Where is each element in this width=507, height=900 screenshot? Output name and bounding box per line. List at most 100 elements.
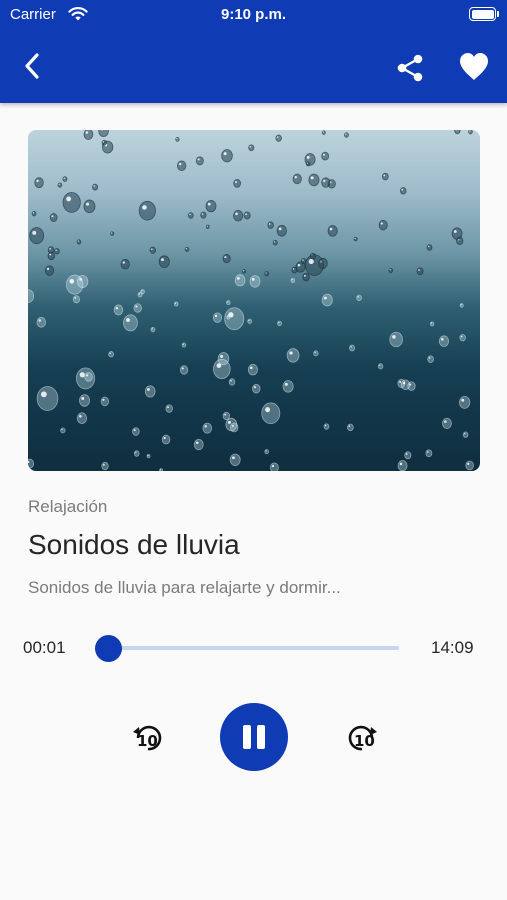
raindrop	[321, 151, 330, 161]
raindrop	[451, 227, 463, 240]
progress-track[interactable]	[108, 646, 399, 650]
raindrop	[275, 134, 282, 142]
raindrop	[83, 199, 96, 214]
raindrop	[228, 378, 236, 386]
raindrop	[222, 254, 231, 264]
raindrop	[101, 139, 107, 146]
raindrop	[221, 149, 233, 163]
raindrop	[327, 225, 338, 237]
raindrop	[282, 380, 294, 393]
raindrops-illustration	[28, 130, 474, 471]
raindrop	[252, 383, 261, 394]
raindrop	[321, 177, 331, 188]
raindrop	[187, 212, 194, 219]
pause-button[interactable]	[220, 703, 288, 771]
raindrop	[83, 130, 94, 140]
raindrop	[76, 412, 88, 425]
raindrop	[465, 460, 474, 471]
raindrop	[205, 199, 217, 213]
raindrop	[378, 219, 388, 231]
raindrop	[123, 314, 138, 332]
track-title: Sonidos de lluvia	[28, 529, 240, 560]
raindrop	[323, 423, 330, 430]
rewind-10-button[interactable]: 10	[128, 720, 168, 756]
raindrop	[202, 422, 213, 434]
raindrop	[146, 453, 151, 459]
raindrop	[429, 321, 435, 327]
raindrop	[321, 130, 326, 135]
progress-thumb[interactable]	[95, 635, 122, 662]
raindrop	[229, 453, 241, 466]
raindrop	[302, 272, 310, 282]
raindrop	[158, 255, 170, 269]
pause-icon	[243, 725, 265, 749]
raindrop	[247, 318, 253, 324]
raindrop	[101, 461, 109, 471]
app-header: Carrier 9:10 p.m.	[0, 0, 507, 103]
share-icon	[397, 54, 423, 82]
status-time: 9:10 p.m.	[220, 6, 287, 23]
raindrop	[468, 130, 473, 135]
chevron-left-icon	[25, 53, 39, 79]
raindrop	[290, 277, 296, 283]
total-time: 14:09	[431, 638, 474, 657]
raindrop	[404, 451, 412, 460]
track-description: Sonidos de lluvia para relajarte y dormi…	[28, 578, 341, 597]
raindrop	[304, 254, 324, 276]
status-bar: Carrier 9:10 p.m.	[0, 0, 507, 30]
raindrop	[264, 449, 269, 455]
raindrop	[47, 246, 55, 254]
raindrop	[49, 213, 58, 222]
raindrop	[425, 449, 433, 458]
raindrop	[426, 244, 433, 251]
raindrop	[226, 315, 231, 320]
raindrop	[62, 191, 81, 213]
raindrop	[248, 144, 255, 152]
raindrop	[31, 210, 37, 217]
raindrop	[247, 363, 258, 376]
raindrop	[36, 386, 59, 411]
forward-10-button[interactable]: 10	[342, 720, 382, 756]
raindrop	[388, 268, 394, 274]
raindrop	[181, 342, 187, 348]
raindrop	[399, 187, 407, 195]
raindrop	[113, 304, 124, 316]
raindrop	[225, 417, 238, 432]
raindrop	[377, 363, 384, 370]
raindrop	[108, 351, 114, 358]
raindrop	[184, 246, 190, 252]
raindrop	[308, 173, 320, 187]
raindrop	[222, 411, 231, 421]
raindrop	[292, 173, 302, 185]
raindrop	[459, 334, 466, 342]
raindrop	[36, 316, 47, 328]
battery-icon	[469, 7, 496, 21]
back-button[interactable]	[16, 50, 48, 82]
raindrop	[179, 365, 189, 375]
raindrop	[137, 291, 143, 298]
raindrop	[243, 211, 251, 220]
raindrop	[100, 396, 110, 407]
raindrop	[110, 231, 115, 236]
raindrop	[416, 267, 424, 276]
raindrop	[264, 271, 270, 277]
raindrop	[462, 431, 469, 438]
raindrop	[195, 156, 204, 166]
raindrop	[132, 427, 140, 436]
favorite-button[interactable]	[457, 50, 491, 82]
raindrop	[305, 161, 311, 167]
raindrop	[161, 434, 171, 445]
raindrop	[389, 331, 403, 348]
raindrop	[286, 348, 300, 363]
raindrop	[277, 320, 282, 327]
battery-tip	[497, 11, 499, 17]
raindrop	[381, 172, 389, 181]
raindrop	[165, 404, 173, 413]
raindrop	[205, 224, 210, 229]
raindrop	[159, 468, 164, 471]
raindrop	[133, 303, 142, 313]
raindrop	[356, 294, 362, 301]
share-button[interactable]	[394, 52, 426, 84]
raindrop	[79, 394, 91, 407]
raindrop	[84, 372, 93, 382]
